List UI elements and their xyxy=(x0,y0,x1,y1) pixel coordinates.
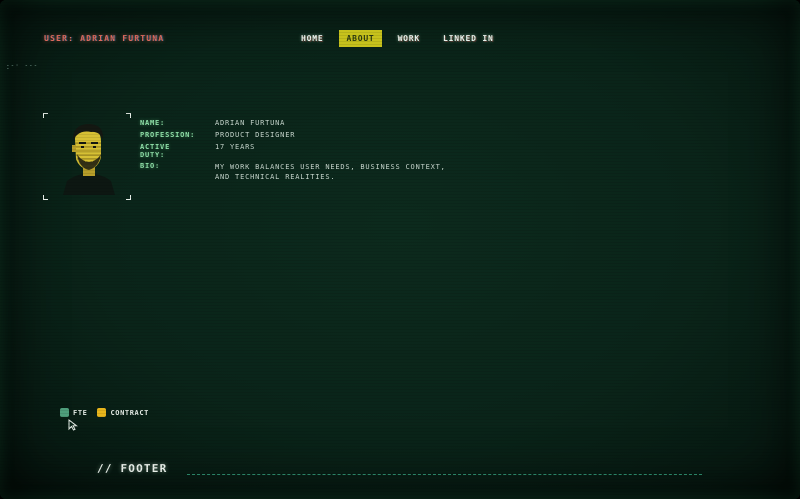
nav-about[interactable]: ABOUT xyxy=(339,30,382,47)
legend-item-contract[interactable]: CONTRACT xyxy=(97,408,149,417)
frame-corner xyxy=(43,195,48,200)
legend-swatch-fte xyxy=(60,408,69,417)
profile-label: NAME: xyxy=(140,119,166,127)
profile-value: ADRIAN FURTUNA xyxy=(215,119,286,127)
profile-label: PROFESSION: xyxy=(140,131,196,139)
legend: FTE CONTRACT xyxy=(60,408,159,417)
nav-linkedin[interactable]: LINKED IN xyxy=(436,30,501,47)
mouse-cursor-icon xyxy=(68,419,78,431)
footer-divider xyxy=(187,474,702,475)
crt-screen: USER: ADRIAN FURTUNA --· ---- HOME ABOUT… xyxy=(0,0,800,499)
legend-item-fte[interactable]: FTE xyxy=(60,408,87,417)
frame-corner xyxy=(126,113,131,118)
portrait-frame xyxy=(43,113,131,200)
portrait-avatar-icon xyxy=(63,124,115,195)
main-nav: HOME ABOUT WORK LINKED IN xyxy=(294,30,501,47)
nav-home[interactable]: HOME xyxy=(294,30,330,47)
frame-corner xyxy=(43,113,48,118)
profile-label: BIO: xyxy=(140,162,161,170)
legend-label: CONTRACT xyxy=(110,408,149,417)
profile-value: PRODUCT DESIGNER xyxy=(215,131,296,139)
footer-heading: // FOOTER xyxy=(97,462,168,475)
frame-corner xyxy=(126,195,131,200)
profile-value: 17 YEARS xyxy=(215,143,256,151)
legend-label: FTE xyxy=(73,408,88,417)
user-label: USER: ADRIAN FURTUNA xyxy=(44,34,165,43)
legend-swatch-contract xyxy=(97,408,107,417)
scanline-overlay xyxy=(0,0,800,499)
profile-bio-text: MY WORK BALANCES USER NEEDS, BUSINESS CO… xyxy=(215,163,446,181)
glitch-mark: --· ---- xyxy=(6,62,39,72)
profile-label: ACTIVE DUTY: xyxy=(140,143,171,159)
nav-work[interactable]: WORK xyxy=(391,30,427,47)
